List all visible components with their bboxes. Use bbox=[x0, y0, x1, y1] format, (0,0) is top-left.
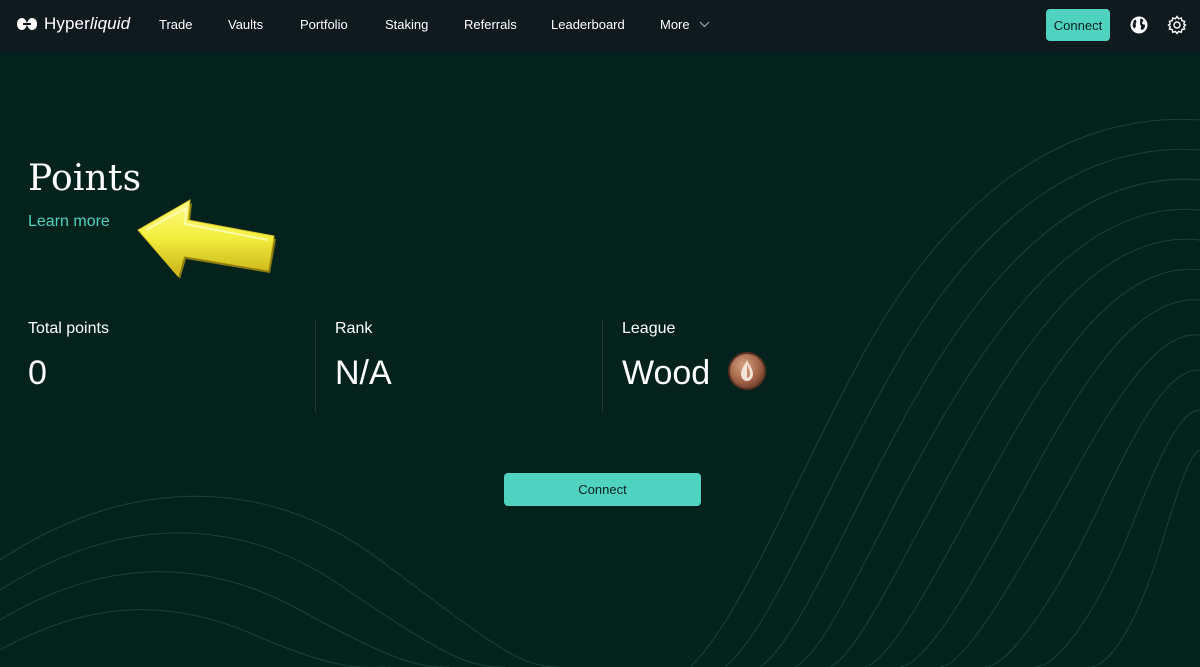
stat-divider bbox=[602, 320, 603, 412]
nav-portfolio[interactable]: Portfolio bbox=[300, 17, 348, 32]
globe-icon[interactable] bbox=[1129, 15, 1149, 35]
gear-icon[interactable] bbox=[1167, 15, 1187, 35]
stat-value: Wood bbox=[622, 354, 711, 392]
points-page: Points Learn more Total points 0 Rank N/… bbox=[0, 52, 1200, 667]
nav-vaults[interactable]: Vaults bbox=[228, 17, 263, 32]
nav-more-label: More bbox=[660, 17, 690, 32]
stat-total-points: Total points 0 bbox=[28, 320, 308, 412]
page-title: Points bbox=[28, 158, 142, 199]
stat-label: Rank bbox=[335, 320, 373, 337]
stat-value: N/A bbox=[335, 354, 392, 392]
stat-divider bbox=[315, 320, 316, 412]
nav-more-dropdown[interactable]: More bbox=[660, 17, 710, 32]
stat-label: League bbox=[622, 320, 676, 337]
learn-more-link[interactable]: Learn more bbox=[28, 213, 110, 231]
stat-value: 0 bbox=[28, 354, 47, 392]
nav-leaderboard[interactable]: Leaderboard bbox=[551, 17, 625, 32]
stat-league: League Wood bbox=[622, 320, 822, 412]
connect-button[interactable]: Connect bbox=[504, 473, 701, 506]
connect-button-header[interactable]: Connect bbox=[1046, 9, 1110, 41]
hyperliquid-logo-icon bbox=[17, 18, 37, 30]
logo-wordmark: Hyperliquid bbox=[44, 14, 131, 33]
arrow-pointer-icon bbox=[137, 199, 276, 279]
stat-label: Total points bbox=[28, 320, 109, 337]
hyperliquid-logo[interactable]: Hyperliquid bbox=[16, 14, 130, 34]
nav-trade[interactable]: Trade bbox=[159, 17, 192, 32]
nav-referrals[interactable]: Referrals bbox=[464, 17, 517, 32]
chevron-down-icon bbox=[699, 21, 710, 28]
nav-staking[interactable]: Staking bbox=[385, 17, 428, 32]
stat-rank: Rank N/A bbox=[335, 320, 595, 412]
top-navigation-bar: Hyperliquid Trade Vaults Portfolio Staki… bbox=[0, 0, 1200, 52]
wood-league-badge-icon bbox=[728, 352, 766, 390]
